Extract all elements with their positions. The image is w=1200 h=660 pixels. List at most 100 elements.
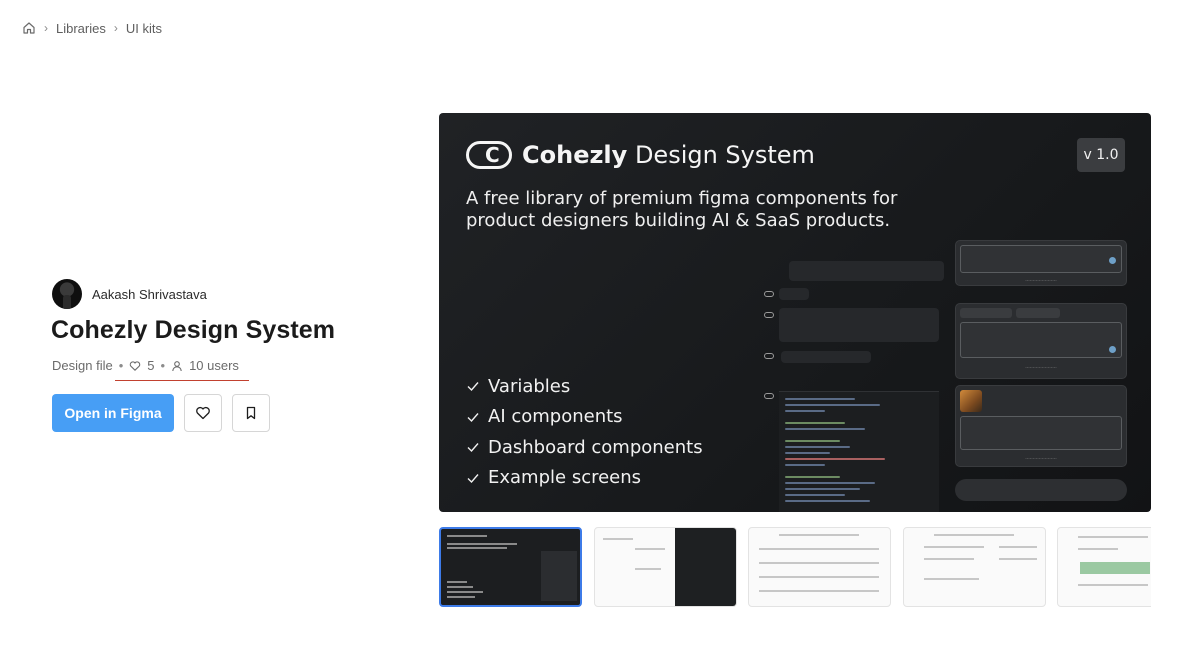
send-icon	[1109, 257, 1116, 264]
mock-chat-illustration: ····················· ··················…	[759, 240, 1151, 512]
thumb-line	[635, 548, 665, 550]
separator-dot: •	[118, 358, 124, 373]
thumb-line	[759, 590, 879, 592]
check-icon	[467, 412, 479, 422]
chevron-right-icon: ›	[113, 21, 118, 35]
thumb-line	[1078, 584, 1148, 586]
breadcrumb-libraries[interactable]: Libraries	[56, 21, 106, 36]
thumbnail-5[interactable]	[1057, 527, 1151, 607]
thumb-line	[447, 586, 473, 588]
mock-prompt-panel: ·····················	[955, 240, 1127, 286]
avatar[interactable]	[52, 279, 82, 309]
mock-note: ·····················	[1025, 456, 1057, 461]
thumb-line	[447, 535, 487, 537]
hero-brand: Cohezly Design System	[522, 141, 815, 169]
mock-prompt-panel: ·····················	[955, 385, 1127, 467]
code-line	[785, 464, 825, 466]
feature-list: Variables AI components Dashboard compon…	[466, 371, 703, 493]
thumb-line	[447, 547, 507, 549]
code-line	[785, 452, 830, 454]
thumbnail-1[interactable]	[439, 527, 582, 607]
mock-icon	[764, 312, 774, 318]
mock-bubble	[781, 351, 871, 363]
mock-chip	[1016, 308, 1060, 318]
version-badge: v 1.0	[1077, 138, 1125, 172]
file-type: Design file	[52, 358, 113, 373]
thumb-line	[924, 546, 984, 548]
code-line	[785, 458, 885, 460]
hero-brand-rest: Design System	[627, 141, 815, 169]
code-line	[785, 440, 840, 442]
mock-prompt-panel: ·····················	[955, 303, 1127, 379]
page-title: Cohezly Design System	[51, 316, 336, 344]
code-line	[785, 398, 855, 400]
mock-bubble	[789, 261, 944, 281]
annotation-underline	[115, 380, 249, 381]
thumb-line	[779, 534, 859, 536]
author-row[interactable]: Aakash Shrivastava	[52, 279, 207, 309]
code-line	[785, 482, 875, 484]
feature-item: Variables	[466, 371, 703, 402]
heart-icon	[129, 360, 141, 372]
thumbnail-3[interactable]	[748, 527, 891, 607]
thumb-block	[675, 528, 736, 606]
user-count: 10 users	[189, 358, 239, 373]
bookmark-button[interactable]	[232, 394, 270, 432]
file-meta: Design file • 5 • 10 users	[52, 358, 239, 373]
thumb-line	[447, 591, 483, 593]
code-line	[785, 494, 845, 496]
check-icon	[467, 382, 479, 392]
thumb-line	[635, 568, 661, 570]
author-name[interactable]: Aakash Shrivastava	[92, 287, 207, 302]
breadcrumb-ui-kits[interactable]: UI kits	[126, 21, 162, 36]
thumb-line	[1078, 548, 1118, 550]
mock-note: ·····················	[1025, 278, 1057, 283]
mock-icon	[764, 393, 774, 399]
mock-code-block	[779, 391, 939, 512]
thumb-line	[999, 558, 1037, 560]
thumb-line	[759, 548, 879, 550]
code-line	[785, 428, 865, 430]
mock-input	[960, 245, 1122, 273]
mock-bubble	[779, 288, 809, 300]
code-line	[785, 446, 850, 448]
thumb-line	[1078, 536, 1148, 538]
code-line	[785, 488, 860, 490]
user-icon	[171, 360, 183, 372]
thumbnail-4[interactable]	[903, 527, 1046, 607]
like-button[interactable]	[184, 394, 222, 432]
thumbnail-strip	[439, 527, 1151, 607]
code-line	[785, 404, 880, 406]
thumbnail-2[interactable]	[594, 527, 737, 607]
feature-label: Variables	[488, 375, 571, 397]
thumb-line	[447, 543, 517, 545]
check-icon	[467, 443, 479, 453]
feature-item: Example screens	[466, 463, 703, 494]
hero-logo: Cohezly Design System	[466, 141, 815, 169]
feature-label: AI components	[488, 406, 623, 428]
thumb-line	[924, 578, 979, 580]
code-line	[785, 476, 840, 478]
cover-preview: Cohezly Design System v 1.0 A free libra…	[439, 113, 1151, 512]
thumb-line	[603, 538, 633, 540]
like-count: 5	[147, 358, 155, 373]
thumb-line	[447, 581, 467, 583]
code-line	[785, 422, 845, 424]
check-icon	[467, 473, 479, 483]
mock-followup-input	[955, 479, 1127, 501]
mock-icon	[764, 291, 774, 297]
code-line	[785, 410, 825, 412]
hero-description: A free library of premium figma componen…	[466, 188, 898, 231]
home-icon[interactable]	[22, 21, 36, 35]
action-bar: Open in Figma	[52, 394, 270, 432]
mock-image	[960, 390, 982, 412]
open-in-figma-button[interactable]: Open in Figma	[52, 394, 174, 432]
mock-input	[960, 416, 1122, 450]
thumb-line	[934, 534, 1014, 536]
mock-chip	[960, 308, 1012, 318]
mock-icon	[764, 353, 774, 359]
cohezly-logo-icon	[466, 141, 512, 169]
mock-input	[960, 322, 1122, 358]
thumb-chart	[1080, 562, 1150, 574]
mock-bubble	[779, 308, 939, 342]
